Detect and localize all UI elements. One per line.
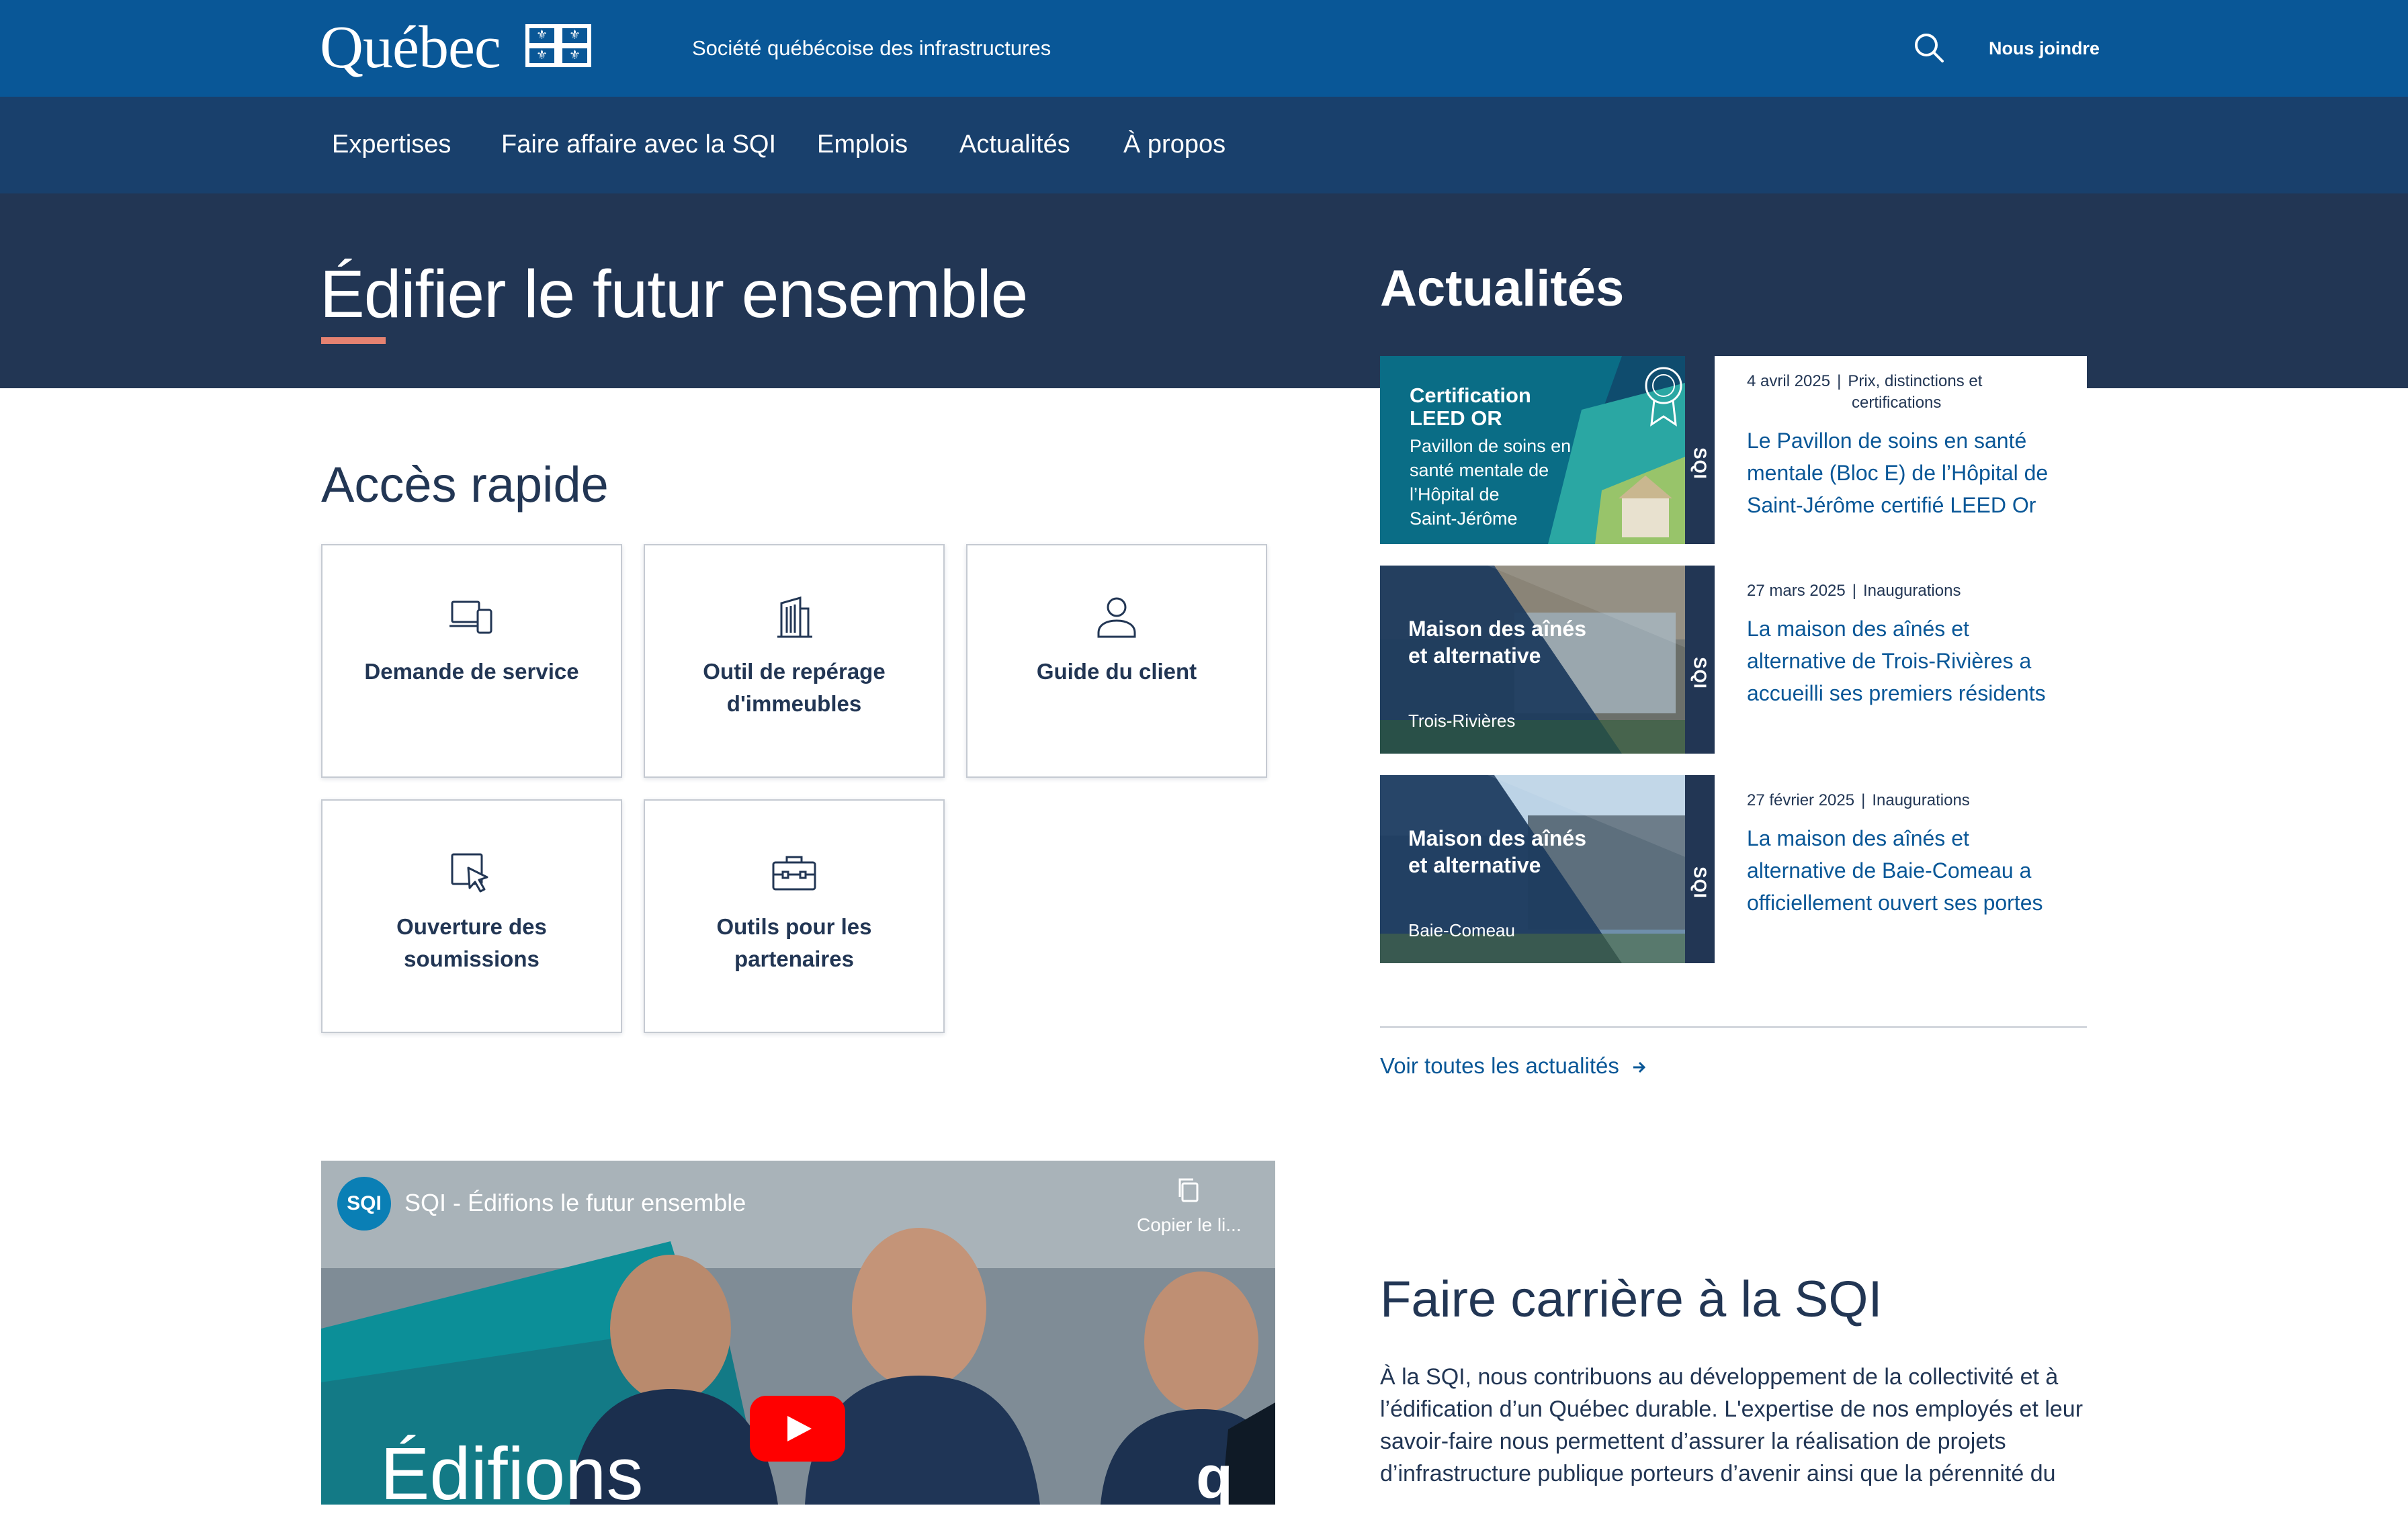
news-divider xyxy=(1380,1026,2087,1028)
news-thumbnail[interactable]: Certification LEED OR Pavillon de soins … xyxy=(1380,356,1715,544)
tile-outil-reperage[interactable]: Outil de repérage d'immeubles xyxy=(644,544,945,778)
news-item[interactable]: Maison des aînés et alternative Baie-Com… xyxy=(1380,775,2087,963)
news-title-link[interactable]: La maison des aînés et alternative de Tr… xyxy=(1747,613,2063,709)
tile-ouverture-soumissions[interactable]: Ouverture des soumissions xyxy=(321,799,622,1033)
sqi-brand-strip: SQI xyxy=(1685,566,1715,754)
news-category: Inaugurations xyxy=(1872,791,1970,809)
nav-item-actualites[interactable]: Actualités xyxy=(959,128,1070,161)
tile-guide-du-client[interactable]: Guide du client xyxy=(966,544,1267,778)
quebec-logo-text[interactable]: Québec xyxy=(320,11,501,85)
news-thumbnail[interactable]: Maison des aînés et alternative Baie-Com… xyxy=(1380,775,1715,963)
news-thumbnail[interactable]: Maison des aînés et alternative Trois-Ri… xyxy=(1380,566,1715,754)
thumb-title: Certification xyxy=(1410,384,1531,407)
news-category-cont: certifications xyxy=(1852,394,1942,412)
tile-label: Ouverture des soumissions xyxy=(396,914,547,971)
careers-text: À la SQI, nous contribuons au développem… xyxy=(1380,1364,2083,1486)
video-overlay-text: Édifions xyxy=(380,1433,644,1515)
news-meta: 27 mars 2025 | Inaugurations xyxy=(1747,582,1961,600)
person-icon xyxy=(1097,597,1136,638)
news-title-link[interactable]: Le Pavillon de soins en santé mentale (B… xyxy=(1747,425,2063,521)
thumb-place: Trois-Rivières xyxy=(1408,711,1516,731)
search-icon[interactable] xyxy=(1912,31,1946,64)
devices-icon xyxy=(449,600,492,634)
news-date: 27 mars 2025 xyxy=(1747,582,1846,600)
building-icon xyxy=(777,596,812,638)
briefcase-icon xyxy=(772,856,816,891)
award-icon xyxy=(1645,367,1682,427)
news-category: Inaugurations xyxy=(1863,582,1961,600)
news-meta: 4 avril 2025 | Prix, distinctions et xyxy=(1747,372,1983,390)
tile-outils-partenaires[interactable]: Outils pour les partenaires xyxy=(644,799,945,1033)
news-title-link[interactable]: La maison des aînés et alternative de Ba… xyxy=(1747,822,2063,919)
video-title[interactable]: SQI - Édifions le futur ensemble xyxy=(404,1186,746,1220)
video-channel-avatar[interactable]: SQI xyxy=(337,1177,391,1231)
thumb-place: Baie-Comeau xyxy=(1408,920,1515,940)
tile-demande-de-service[interactable]: Demande de service xyxy=(321,544,622,778)
tile-label: Outils pour les partenaires xyxy=(716,914,872,971)
news-meta: 27 février 2025 | Inaugurations xyxy=(1747,791,1970,809)
title-underline xyxy=(321,337,386,344)
thumb-title: et alternative xyxy=(1408,853,1541,877)
news-date: 27 février 2025 xyxy=(1747,791,1855,809)
nav-item-faire-affaire[interactable]: Faire affaire avec la SQI xyxy=(501,128,776,161)
arrow-right-icon xyxy=(1633,1062,1646,1073)
youtube-play-icon[interactable] xyxy=(750,1396,845,1462)
copy-link-label[interactable]: Copier le li... xyxy=(1137,1213,1242,1237)
video-corner-mark: q xyxy=(1196,1444,1233,1511)
see-all-news-link[interactable]: Voir toutes les actualités xyxy=(1380,1051,1648,1081)
news-item[interactable]: Maison des aînés et alternative Trois-Ri… xyxy=(1380,566,2087,754)
nav-item-a-propos[interactable]: À propos xyxy=(1123,128,1226,161)
careers-heading: Faire carrière à la SQI xyxy=(1380,1271,1883,1328)
thumb-title: Maison des aînés xyxy=(1408,826,1586,850)
organization-name[interactable]: Société québécoise des infrastructures xyxy=(692,35,1051,62)
tile-label: Guide du client xyxy=(1036,659,1197,684)
news-heading: Actualités xyxy=(1380,260,1625,317)
sqi-brand-strip: SQI xyxy=(1685,775,1715,963)
sqi-brand-strip: SQI xyxy=(1685,356,1715,544)
quick-access-heading: Accès rapide xyxy=(321,457,609,512)
tile-label: Demande de service xyxy=(364,659,579,684)
see-all-label: Voir toutes les actualités xyxy=(1380,1053,1619,1078)
news-category: Prix, distinctions et xyxy=(1848,372,1983,390)
thumb-title: LEED OR xyxy=(1410,406,1502,430)
thumb-subtitle: Pavillon de soins en xyxy=(1410,436,1572,456)
news-item[interactable]: Certification LEED OR Pavillon de soins … xyxy=(1380,356,2087,544)
thumb-title: Maison des aînés xyxy=(1408,617,1586,641)
thumb-subtitle: Saint-Jérôme xyxy=(1410,508,1518,529)
quebec-flag-icon: ⚜ ⚜ ⚜ ⚜ xyxy=(525,24,591,67)
nav-item-expertises[interactable]: Expertises xyxy=(332,128,451,161)
copy-link-icon[interactable] xyxy=(1174,1175,1204,1205)
news-date: 4 avril 2025 xyxy=(1747,372,1831,390)
page-title: Édifier le futur ensemble xyxy=(320,257,1028,332)
thumb-subtitle: l’Hôpital de xyxy=(1410,484,1500,504)
nav-item-emplois[interactable]: Emplois xyxy=(817,128,908,161)
thumb-subtitle: santé mentale de xyxy=(1410,460,1549,480)
thumb-title: et alternative xyxy=(1408,643,1541,668)
contact-link[interactable]: Nous joindre xyxy=(1989,38,2100,59)
cursor-click-icon xyxy=(451,853,488,893)
tile-label: Outil de repérage d'immeubles xyxy=(703,659,886,716)
